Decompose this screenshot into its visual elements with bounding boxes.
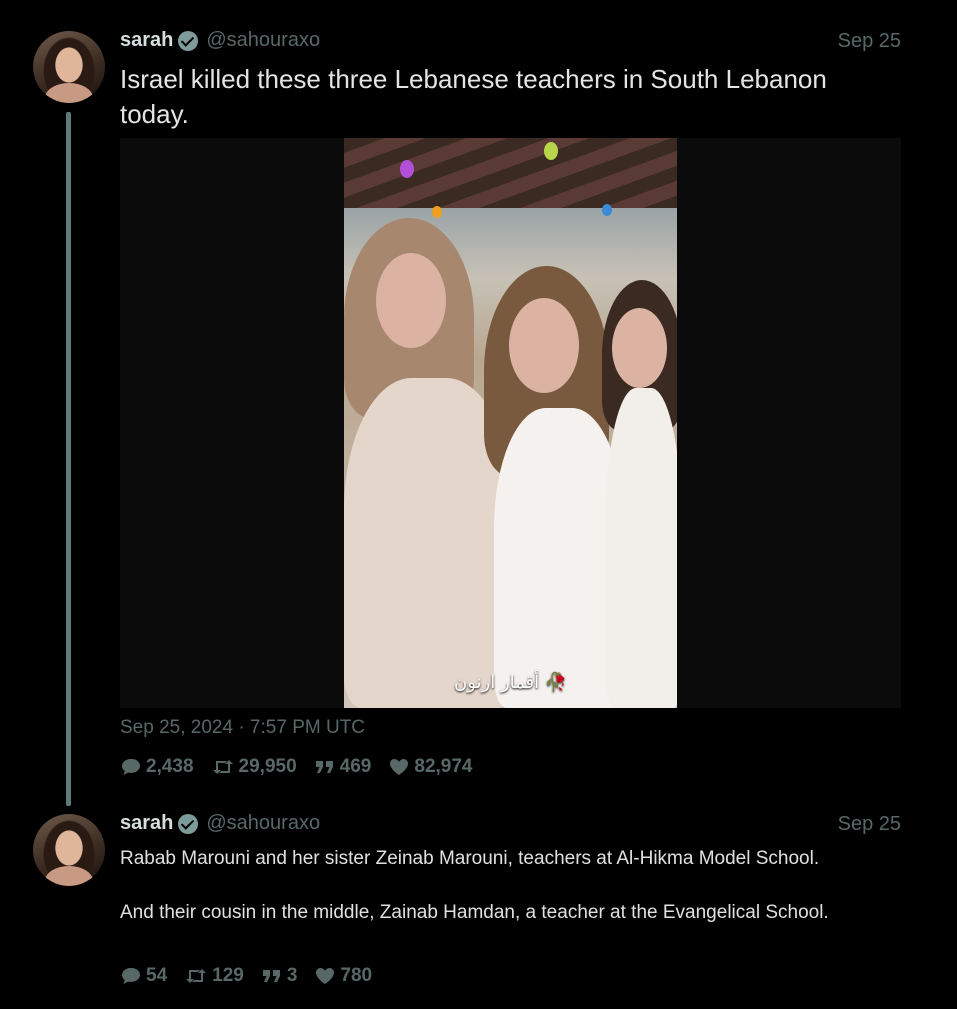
tweet-date[interactable]: Sep 25 xyxy=(838,813,901,836)
speech-bubble-icon xyxy=(122,758,140,775)
reply-count-value: 2,438 xyxy=(146,756,194,777)
tweet-stats: 54 129 3 780 xyxy=(120,965,389,987)
tweet-text: Israel killed these three Lebanese teach… xyxy=(120,64,827,129)
lantern-blue xyxy=(602,204,612,216)
person-right-body xyxy=(606,388,677,708)
photo-canopy xyxy=(344,138,677,208)
media-photo[interactable]: أقمار ارنون 🥀 xyxy=(344,138,677,708)
retweet-count[interactable]: 129 xyxy=(184,965,244,987)
retweet-arrows-icon xyxy=(212,760,233,774)
tweet-text: Rabab Marouni and her sister Zeinab Maro… xyxy=(120,845,920,953)
quote-marks-icon xyxy=(262,970,280,982)
quote-count[interactable]: 3 xyxy=(261,965,298,987)
username-handle[interactable]: @sahouraxo xyxy=(206,812,320,835)
person-right-face xyxy=(612,308,667,388)
username-handle[interactable]: @sahouraxo xyxy=(206,29,320,52)
retweet-arrows-icon xyxy=(186,969,207,983)
photo-caption: أقمار ارنون 🥀 xyxy=(454,672,568,693)
avatar[interactable] xyxy=(33,814,105,886)
lantern-orange xyxy=(432,206,442,218)
speech-bubble-icon xyxy=(122,967,140,984)
tweet-media[interactable]: أقمار ارنون 🥀 xyxy=(120,138,901,708)
avatar-shoulders xyxy=(45,83,93,103)
tweet-paragraph: And their cousin in the middle, Zainab H… xyxy=(120,902,829,923)
display-name[interactable]: sarah xyxy=(120,812,173,835)
avatar-shoulders xyxy=(45,866,93,886)
verified-badge-icon xyxy=(178,30,199,51)
reply-count[interactable]: 2,438 xyxy=(120,756,194,778)
quote-count[interactable]: 469 xyxy=(314,756,372,778)
tweet-stats: 2,438 29,950 469 82,974 xyxy=(120,756,490,778)
tweet-paragraph: Rabab Marouni and her sister Zeinab Maro… xyxy=(120,848,820,869)
quote-marks-icon xyxy=(315,761,333,773)
verified-badge-icon xyxy=(178,813,199,834)
reply-count[interactable]: 54 xyxy=(120,965,167,987)
thread-line xyxy=(66,112,71,806)
tweet-timestamp[interactable]: Sep 25, 2024 · 7:57 PM UTC xyxy=(120,717,365,739)
like-count[interactable]: 780 xyxy=(314,965,372,987)
like-count-value: 780 xyxy=(340,965,373,986)
person-middle-body xyxy=(494,408,624,708)
quote-count-value: 469 xyxy=(339,756,372,777)
person-left-face xyxy=(376,253,446,348)
tweet-date[interactable]: Sep 25 xyxy=(838,30,901,53)
tweet-header: sarah @sahouraxo xyxy=(120,812,320,835)
heart-icon xyxy=(316,968,335,984)
avatar[interactable] xyxy=(33,31,105,103)
tweet-header: sarah @sahouraxo xyxy=(120,29,320,52)
heart-icon xyxy=(390,759,409,775)
quote-count-value: 3 xyxy=(286,965,298,986)
display-name[interactable]: sarah xyxy=(120,29,173,52)
retweet-count-value: 29,950 xyxy=(238,756,297,777)
person-middle-face xyxy=(509,298,579,393)
retweet-count[interactable]: 29,950 xyxy=(211,756,297,778)
like-count[interactable]: 82,974 xyxy=(388,756,473,778)
reply-count-value: 54 xyxy=(146,965,168,986)
lantern-green xyxy=(544,142,558,160)
retweet-count-value: 129 xyxy=(212,965,244,986)
like-count-value: 82,974 xyxy=(414,756,473,777)
lantern-purple xyxy=(400,160,414,178)
